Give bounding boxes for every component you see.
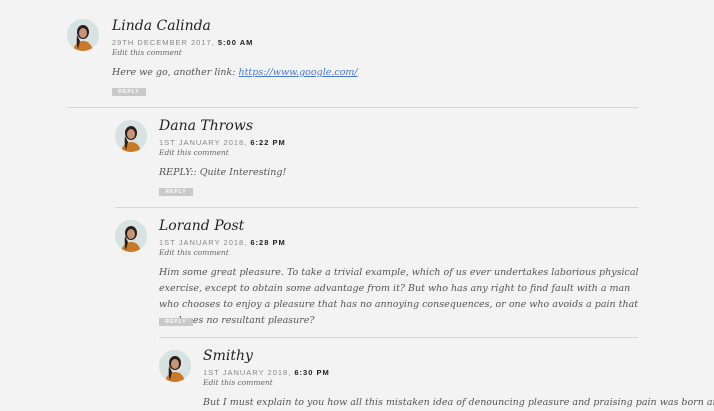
avatar-person-icon — [115, 120, 147, 152]
comment-date-text: 1ST JANUARY 2018, — [159, 238, 248, 247]
comment-text: Here we go, another link: https://www.go… — [112, 65, 632, 81]
comment-divider — [159, 337, 638, 338]
comment-date: 29TH DECEMBER 2017, 5:00 AM — [112, 38, 253, 47]
avatar — [115, 120, 147, 152]
edit-comment-link[interactable]: Edit this comment — [159, 248, 229, 257]
comment-author[interactable]: Linda Calinda — [112, 18, 211, 34]
comment-author[interactable]: Smithy — [203, 348, 253, 364]
comment-text: But I must explain to you how all this m… — [203, 397, 714, 408]
avatar — [115, 220, 147, 252]
avatar — [67, 19, 99, 51]
comment-text: Him some great pleasure. To take a trivi… — [159, 267, 639, 326]
reply-button[interactable]: REPLY — [159, 318, 193, 326]
edit-comment-link[interactable]: Edit this comment — [203, 378, 273, 387]
comment-date-text: 1ST JANUARY 2018, — [159, 138, 248, 147]
comment-time: 6:22 PM — [250, 138, 286, 147]
comment-date-text: 1ST JANUARY 2018, — [203, 368, 292, 377]
comment-time: 6:28 PM — [250, 238, 286, 247]
comment-author[interactable]: Lorand Post — [159, 218, 244, 234]
comment-date: 1ST JANUARY 2018, 6:28 PM — [159, 238, 286, 247]
comment-divider — [67, 107, 638, 108]
edit-comment-link[interactable]: Edit this comment — [112, 48, 182, 57]
avatar — [159, 350, 191, 382]
comment-author[interactable]: Dana Throws — [159, 118, 253, 134]
comment-time: 6:30 PM — [294, 368, 330, 377]
reply-button[interactable]: REPLY — [159, 188, 193, 196]
avatar-person-icon — [115, 220, 147, 252]
comment-date: 1ST JANUARY 2018, 6:30 PM — [203, 368, 330, 377]
comment-date-text: 29TH DECEMBER 2017, — [112, 38, 215, 47]
comment-date: 1ST JANUARY 2018, 6:22 PM — [159, 138, 286, 147]
reply-button[interactable]: REPLY — [112, 88, 146, 96]
comment-time: 5:00 AM — [217, 38, 254, 47]
comment-divider — [115, 207, 638, 208]
edit-comment-link[interactable]: Edit this comment — [159, 148, 229, 157]
comment-text-prefix: Here we go, another link: — [112, 67, 239, 78]
comments-section: Linda Calinda 29TH DECEMBER 2017, 5:00 A… — [0, 0, 714, 411]
comment-text: REPLY:: Quite Interesting! — [159, 167, 287, 178]
comment-link[interactable]: https://www.google.com/ — [239, 67, 358, 78]
avatar-person-icon — [159, 350, 191, 382]
avatar-person-icon — [67, 19, 99, 51]
